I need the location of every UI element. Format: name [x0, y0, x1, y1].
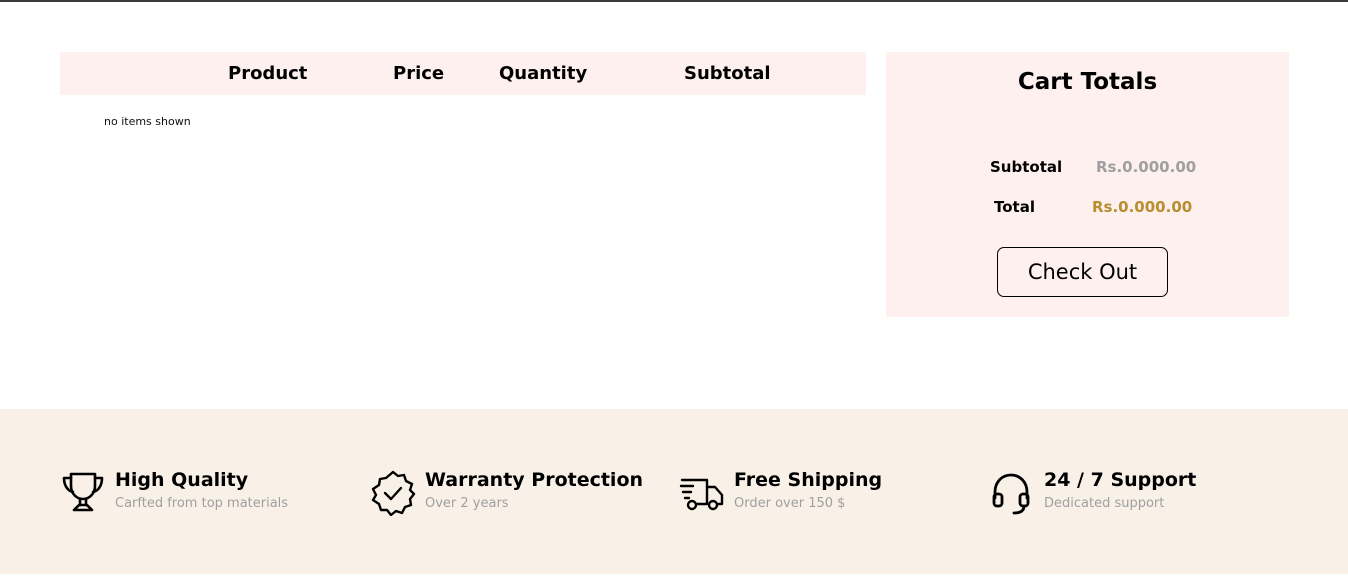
- feature-subtitle: Over 2 years: [425, 496, 509, 511]
- feature-subtitle: Carfted from top materials: [115, 496, 289, 511]
- feature-title: High Quality: [115, 469, 249, 491]
- cart-table-header: Product Price Quantity Subtotal: [60, 52, 866, 95]
- verified-badge-icon: [371, 470, 416, 516]
- delivery-truck-icon: [679, 478, 724, 511]
- cart-table: Product Price Quantity Subtotal no items…: [60, 52, 866, 128]
- trophy-icon: [62, 472, 104, 512]
- subtotal-label: Subtotal: [990, 158, 1063, 176]
- column-header-subtotal: Subtotal: [684, 63, 771, 84]
- column-header-price: Price: [393, 63, 445, 84]
- cart-totals-panel: Cart Totals Subtotal Rs.0.000.00 Total R…: [886, 52, 1289, 317]
- total-value: Rs.0.000.00: [1092, 198, 1193, 216]
- feature-title: Warranty Protection: [425, 469, 644, 491]
- feature-subtitle: Order over 150 $: [734, 496, 846, 511]
- feature-subtitle: Dedicated support: [1044, 496, 1165, 511]
- feature-title: Free Shipping: [734, 469, 883, 491]
- cart-totals-title: Cart Totals: [1017, 69, 1158, 95]
- column-header-quantity: Quantity: [499, 63, 588, 84]
- checkout-button[interactable]: Check Out: [997, 247, 1168, 297]
- column-header-product: Product: [228, 63, 308, 84]
- headset-icon: [992, 473, 1030, 515]
- features-band: High Quality Carfted from top materials …: [0, 409, 1348, 574]
- feature-title: 24 / 7 Support: [1044, 469, 1197, 491]
- subtotal-value: Rs.0.000.00: [1096, 158, 1197, 176]
- empty-cart-message: no items shown: [104, 115, 191, 128]
- top-divider: [0, 0, 1348, 2]
- total-label: Total: [994, 198, 1035, 216]
